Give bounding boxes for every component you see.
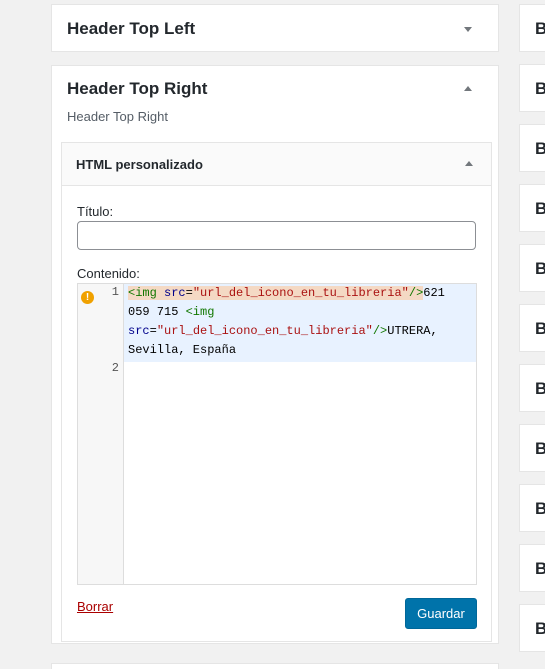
right-widget-title: B xyxy=(535,499,545,519)
code-token-tag: <img xyxy=(185,305,215,319)
widget-area-title[interactable]: Header Top Left xyxy=(67,19,195,39)
code-token-eq: = xyxy=(185,286,193,300)
widget-title: HTML personalizado xyxy=(76,157,203,172)
code-line-1[interactable]: <img src="url_del_icono_en_tu_libreria"/… xyxy=(128,284,473,360)
line-number: 1 xyxy=(111,285,119,299)
collapse-arrow-icon[interactable] xyxy=(465,161,473,166)
right-widget-title: B xyxy=(535,19,545,39)
title-input[interactable] xyxy=(77,221,476,250)
right-widget-title: B xyxy=(535,619,545,639)
widgets-screen: Header Top Left Header Top Right Header … xyxy=(0,0,545,669)
right-widget-area[interactable]: B xyxy=(519,304,545,352)
right-widget-title: B xyxy=(535,139,545,159)
widget-header[interactable]: HTML personalizado xyxy=(62,143,491,186)
right-widget-area[interactable]: B xyxy=(519,544,545,592)
title-label: Título: xyxy=(77,204,114,219)
delete-link[interactable]: Borrar xyxy=(77,599,113,614)
line-number: 2 xyxy=(111,361,119,375)
code-token-string: "url_del_icono_en_tu_libreria" xyxy=(156,324,373,338)
widget-area-next[interactable] xyxy=(51,663,499,669)
right-widget-area[interactable]: B xyxy=(519,364,545,412)
right-widget-title: B xyxy=(535,559,545,579)
warning-icon[interactable]: ! xyxy=(81,291,94,304)
code-token-attr: src xyxy=(128,324,150,338)
widget-area-header-top-right: Header Top Right Header Top Right HTML p… xyxy=(51,65,499,644)
code-token-string: "url_del_icono_en_tu_libreria" xyxy=(192,286,409,300)
right-widget-area[interactable]: B xyxy=(519,424,545,472)
right-widget-area[interactable]: B xyxy=(519,484,545,532)
code-editor[interactable]: ! 1 2 <img src="url_del_icono_en_tu_libr… xyxy=(77,283,477,585)
custom-html-widget: HTML personalizado Título: Contenido: ! … xyxy=(61,142,492,642)
right-widget-area[interactable]: B xyxy=(519,244,545,292)
content-label: Contenido: xyxy=(77,266,140,281)
code-token-eq: = xyxy=(149,324,157,338)
code-token-tag: /> xyxy=(408,286,424,300)
expand-arrow-icon[interactable] xyxy=(464,27,472,32)
right-widget-title: B xyxy=(535,199,545,219)
right-widget-area[interactable]: B xyxy=(519,184,545,232)
widget-area-header-top-left[interactable]: Header Top Left xyxy=(51,4,499,52)
right-widget-title: B xyxy=(535,319,545,339)
line-gutter: ! 1 2 xyxy=(78,284,124,584)
right-widget-area[interactable]: B xyxy=(519,64,545,112)
right-widget-title: B xyxy=(535,79,545,99)
right-widget-area[interactable]: B xyxy=(519,4,545,52)
right-widget-area[interactable]: B xyxy=(519,124,545,172)
code-token-tag: <img xyxy=(128,286,157,300)
right-widget-title: B xyxy=(535,439,545,459)
right-widget-area[interactable]: B xyxy=(519,604,545,652)
code-token-attr: src xyxy=(164,286,186,300)
collapse-arrow-icon[interactable] xyxy=(464,86,472,91)
code-token-tag: /> xyxy=(372,324,388,338)
right-widget-title: B xyxy=(535,259,545,279)
widget-area-description: Header Top Right xyxy=(67,109,168,124)
widget-area-title[interactable]: Header Top Right xyxy=(67,79,207,99)
right-widget-title: B xyxy=(535,379,545,399)
save-button[interactable]: Guardar xyxy=(405,598,477,629)
